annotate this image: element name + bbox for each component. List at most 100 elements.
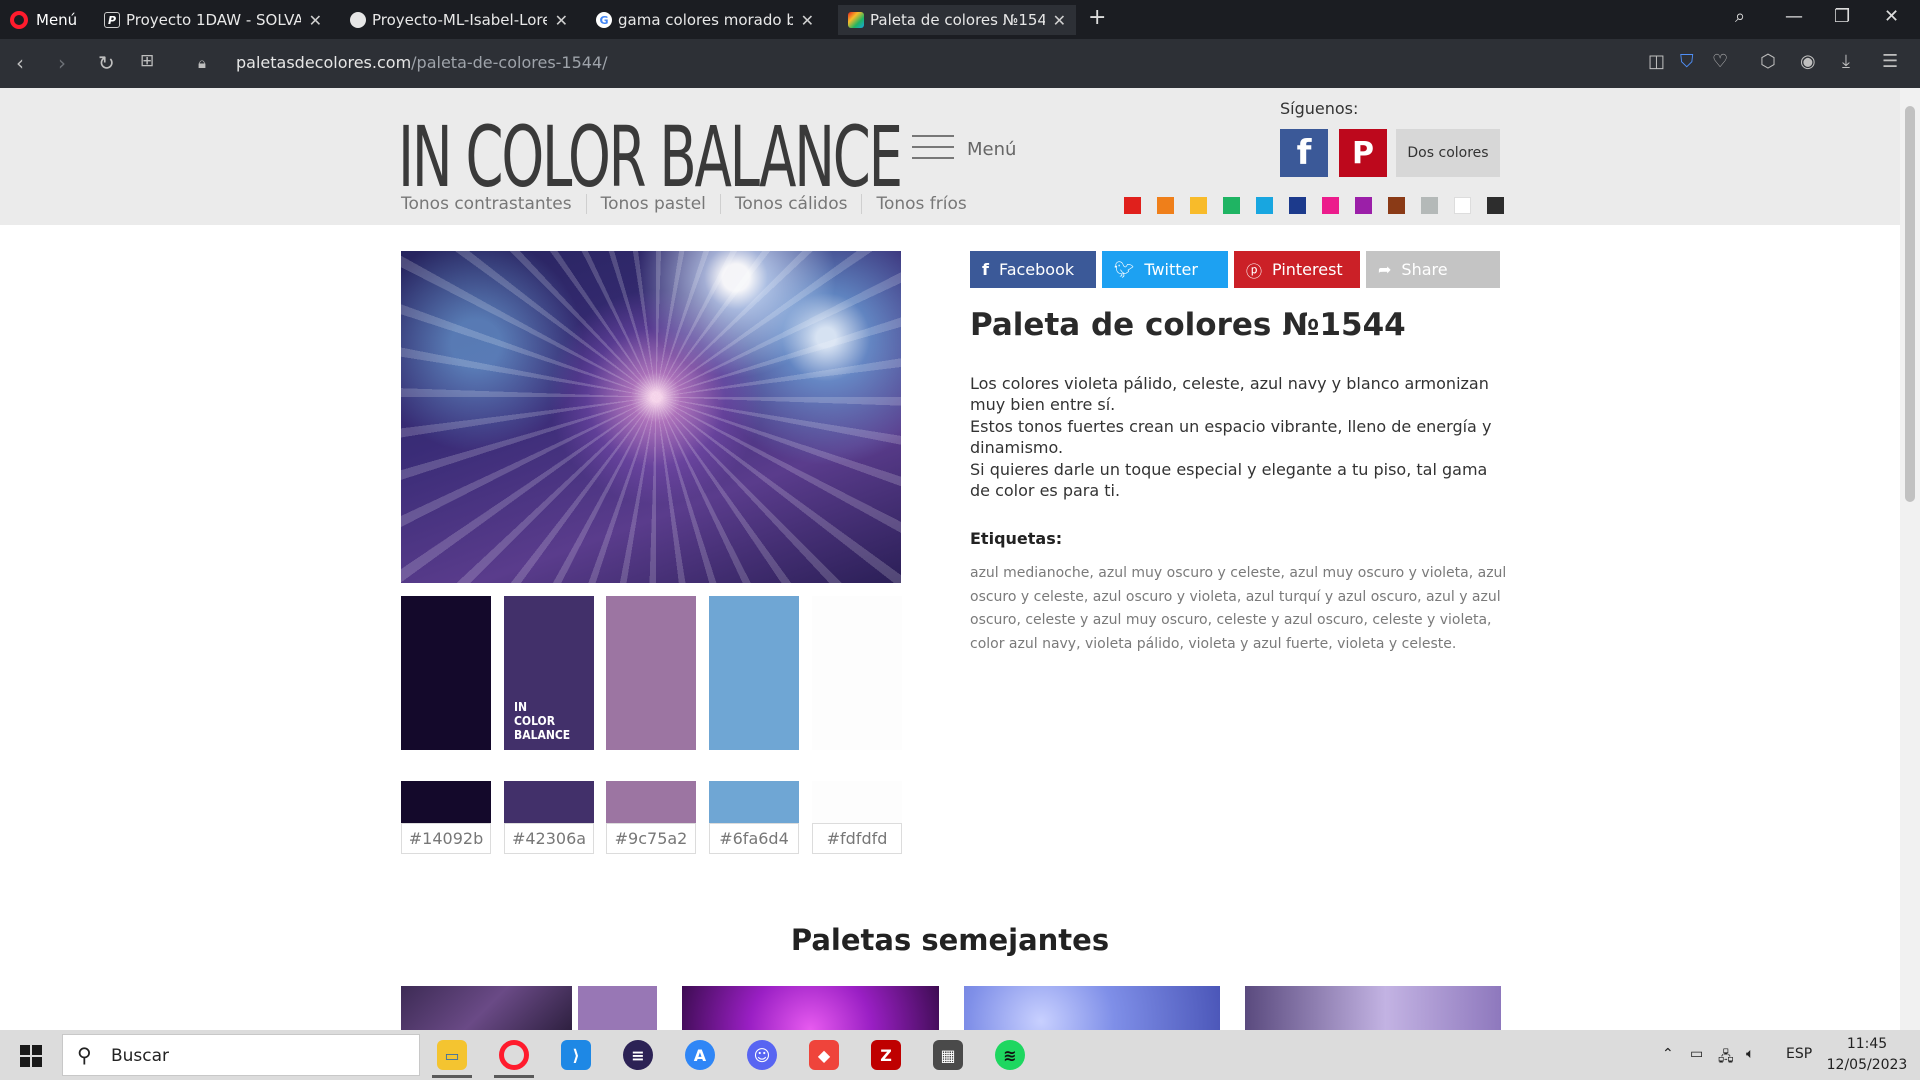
color-filter-swatch[interactable]: [1454, 197, 1471, 214]
pinterest-follow-icon[interactable]: P: [1339, 129, 1387, 177]
speed-dial-icon[interactable]: ⊞: [140, 51, 154, 71]
dos-colores-button[interactable]: Dos colores: [1396, 129, 1500, 177]
browser-tab-active[interactable]: Paleta de colores №1544 | ✕: [838, 5, 1076, 35]
search-tabs-icon[interactable]: ⌕: [1735, 6, 1745, 27]
browser-tab[interactable]: Proyecto-ML-Isabel-Lorenz ✕: [340, 5, 578, 35]
palette-swatch: [401, 596, 491, 750]
close-tab-icon[interactable]: ✕: [309, 11, 322, 30]
easy-setup-icon[interactable]: ☰: [1882, 51, 1898, 72]
filezilla-icon[interactable]: Z: [858, 1035, 914, 1075]
anydesk-icon[interactable]: ◆: [796, 1035, 852, 1075]
taskbar-clock[interactable]: 11:45 12/05/2023: [1826, 1034, 1908, 1076]
nav-link[interactable]: Tonos cálidos: [719, 194, 862, 214]
description-line: Estos tonos fuertes crean un espacio vib…: [970, 416, 1492, 458]
color-filter-swatch[interactable]: [1157, 197, 1174, 214]
similar-palette-thumbnail[interactable]: [964, 986, 1220, 1030]
palette-swatch: [606, 596, 696, 750]
browser-tab[interactable]: P Proyecto 1DAW - SOLVAM ✕: [94, 5, 332, 35]
extensions-cube-icon[interactable]: ⬡: [1760, 51, 1776, 72]
eclipse-icon[interactable]: ≡: [610, 1035, 666, 1075]
page-scrollbar[interactable]: [1900, 88, 1920, 1030]
reload-icon[interactable]: ↻: [98, 51, 115, 75]
color-filter-swatch[interactable]: [1322, 197, 1339, 214]
color-filter-row: [1124, 197, 1504, 214]
color-filter-swatch[interactable]: [1256, 197, 1273, 214]
calculator-icon[interactable]: ▦: [920, 1035, 976, 1075]
nav-link[interactable]: Tonos contrastantes: [401, 194, 586, 214]
tab-title: gama colores morado beig: [618, 11, 793, 29]
color-filter-swatch[interactable]: [1190, 197, 1207, 214]
heart-icon[interactable]: ♡: [1712, 51, 1728, 72]
similar-palette-thumbnail[interactable]: [682, 986, 939, 1030]
pinterest-share-button[interactable]: ⓟ Pinterest: [1234, 251, 1360, 288]
close-window-icon[interactable]: ✕: [1884, 6, 1899, 27]
palette-swatch: [812, 596, 902, 750]
nav-link[interactable]: Tonos pastel: [585, 194, 720, 214]
facebook-share-button[interactable]: f Facebook: [970, 251, 1096, 288]
color-filter-swatch[interactable]: [1487, 197, 1504, 214]
color-filter-swatch[interactable]: [1124, 197, 1141, 214]
snapshot-icon[interactable]: ◫: [1648, 51, 1665, 72]
lock-icon[interactable]: 🔒︎: [198, 54, 206, 72]
app-store-icon[interactable]: A: [672, 1035, 728, 1075]
share-label: Share: [1401, 260, 1448, 279]
color-chip: [401, 781, 491, 823]
vscode-icon[interactable]: ⟩: [548, 1035, 604, 1075]
pinterest-icon: ⓟ: [1246, 261, 1263, 281]
similar-palette-thumbnail[interactable]: [401, 986, 572, 1030]
network-icon[interactable]: 🖧︎: [1718, 1046, 1734, 1070]
color-filter-swatch[interactable]: [1289, 197, 1306, 214]
pen-icon: P: [104, 12, 120, 28]
palette-swatch: IN COLOR BALANCE: [504, 596, 594, 750]
vpn-shield-icon[interactable]: ⛉: [1680, 51, 1694, 72]
tags-list[interactable]: azul medianoche, azul muy oscuro y celes…: [970, 562, 1510, 656]
nav-link[interactable]: Tonos fríos: [861, 194, 980, 214]
similar-palette-thumbnail[interactable]: [1245, 986, 1501, 1030]
language-indicator[interactable]: ESP: [1786, 1046, 1812, 1062]
web-page: IN COLOR BALANCE Menú Tonos contrastante…: [0, 88, 1900, 1030]
color-filter-swatch[interactable]: [1223, 197, 1240, 214]
color-filter-swatch[interactable]: [1421, 197, 1438, 214]
close-tab-icon[interactable]: ✕: [555, 11, 568, 30]
color-filter-swatch[interactable]: [1355, 197, 1372, 214]
hex-code[interactable]: #14092b: [401, 823, 491, 854]
download-icon[interactable]: ⤓: [1842, 51, 1850, 72]
profile-avatar-icon[interactable]: ◉: [1800, 51, 1816, 72]
similar-palette-thumbnail[interactable]: [578, 986, 657, 1030]
new-tab-icon[interactable]: +: [1088, 5, 1106, 30]
hex-code[interactable]: #6fa6d4: [709, 823, 799, 854]
back-icon[interactable]: ‹: [16, 51, 24, 75]
facebook-follow-icon[interactable]: f: [1280, 129, 1328, 177]
color-filter-swatch[interactable]: [1388, 197, 1405, 214]
restore-icon[interactable]: ❐: [1834, 6, 1850, 27]
hex-code[interactable]: #42306a: [504, 823, 594, 854]
forward-icon[interactable]: ›: [58, 51, 66, 75]
minimize-icon[interactable]: —: [1785, 6, 1803, 27]
discord-icon[interactable]: ☺: [734, 1035, 790, 1075]
close-tab-icon[interactable]: ✕: [801, 11, 814, 30]
description-line: Si quieres darle un toque especial y ele…: [970, 459, 1488, 501]
browser-tab[interactable]: G gama colores morado beig ✕: [586, 5, 824, 35]
tray-chevron-up-icon[interactable]: ⌃: [1662, 1046, 1674, 1062]
site-menu-label[interactable]: Menú: [967, 139, 1016, 160]
opera-icon[interactable]: [486, 1035, 542, 1078]
hex-code[interactable]: #9c75a2: [606, 823, 696, 854]
twitter-share-button[interactable]: 🐦︎ Twitter: [1102, 251, 1228, 288]
hex-code[interactable]: #fdfdfd: [812, 823, 902, 854]
taskbar-search-input[interactable]: ⚲ Buscar: [62, 1034, 420, 1076]
close-tab-icon[interactable]: ✕: [1053, 11, 1066, 30]
windows-start-icon[interactable]: [20, 1045, 42, 1067]
battery-icon[interactable]: ▭: [1690, 1046, 1703, 1062]
hamburger-menu-icon[interactable]: [912, 135, 954, 168]
site-logo[interactable]: IN COLOR BALANCE: [398, 108, 903, 206]
file-explorer-icon[interactable]: ▭: [424, 1035, 480, 1078]
opera-menu-button[interactable]: Menú: [10, 8, 77, 32]
url-domain: paletasdecolores.com: [236, 53, 412, 72]
generic-share-button[interactable]: ➦ Share: [1366, 251, 1500, 288]
color-chip: [606, 781, 696, 823]
scrollbar-thumb[interactable]: [1905, 106, 1915, 502]
spotify-icon[interactable]: ≋: [982, 1035, 1038, 1075]
volume-icon[interactable]: 🔈︎: [1746, 1046, 1754, 1062]
palette-swatch: [709, 596, 799, 750]
url-field[interactable]: paletasdecolores.com/paleta-de-colores-1…: [236, 53, 608, 72]
